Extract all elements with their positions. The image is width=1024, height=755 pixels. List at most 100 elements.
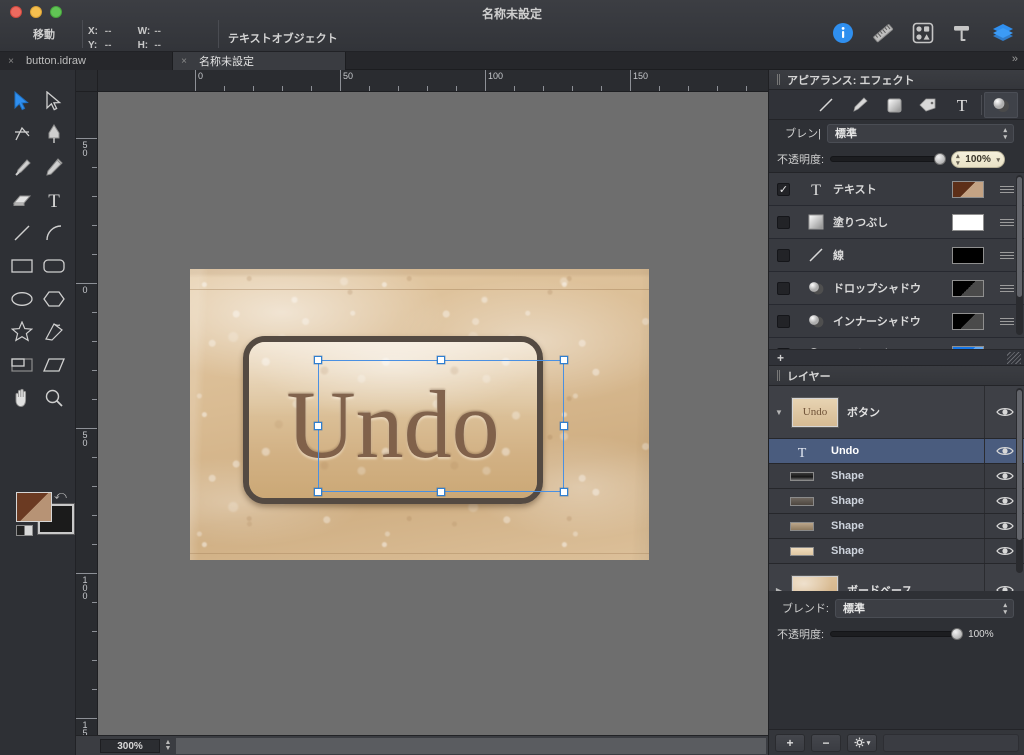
selection-handle-bottom-left[interactable] <box>314 488 322 496</box>
shear-tool[interactable] <box>38 348 70 381</box>
effect-color-swatch[interactable] <box>952 213 984 231</box>
effect-color-swatch[interactable] <box>952 180 984 198</box>
text-icon[interactable]: T <box>945 92 979 118</box>
layer-options-button[interactable]: ▾ <box>847 733 877 752</box>
effect-sphere-icon[interactable] <box>984 91 1018 118</box>
selection-handle-top-left[interactable] <box>314 356 322 364</box>
tag-icon[interactable] <box>911 92 945 118</box>
effect-row[interactable]: インナーシャドウ <box>769 305 1024 338</box>
pencil-tool[interactable] <box>38 150 70 183</box>
canvas-viewport[interactable]: Undo <box>98 92 768 735</box>
effect-color-swatch[interactable] <box>952 279 984 297</box>
info-icon[interactable] <box>830 20 856 46</box>
default-colors-swatch[interactable] <box>16 525 33 536</box>
effect-color-swatch[interactable] <box>952 312 984 330</box>
line-tool[interactable] <box>6 216 38 249</box>
effect-options-icon[interactable] <box>996 284 1018 292</box>
text-tool[interactable]: T <box>38 183 70 216</box>
effect-row[interactable]: ✓ T テキスト <box>769 173 1024 206</box>
selection-tool[interactable] <box>6 84 38 117</box>
selection-handle-middle-left[interactable] <box>314 422 322 430</box>
layers-opacity-slider-knob[interactable] <box>951 628 964 640</box>
selection-handle-top-right[interactable] <box>560 356 568 364</box>
fill-color-swatch[interactable] <box>16 492 52 522</box>
layers-blend-select[interactable]: 標準 ▴ ▾ <box>835 598 1014 618</box>
node-tool[interactable] <box>6 117 38 150</box>
appearance-opacity-field[interactable]: ▴ ▾ 100% ▾ <box>951 150 1006 168</box>
opacity-stepper-icon[interactable]: ▴ ▾ <box>956 153 960 167</box>
brush-icon[interactable] <box>843 92 877 118</box>
layer-row[interactable]: ▶ ボードベース <box>769 564 1024 591</box>
chevron-down-icon[interactable]: ▼ <box>769 408 789 417</box>
eraser-tool[interactable] <box>6 183 38 216</box>
remove-layer-button[interactable]: − <box>811 733 841 752</box>
layer-row[interactable]: T Undo <box>769 439 1024 464</box>
appearance-opacity-slider-knob[interactable] <box>934 153 947 165</box>
fill-icon[interactable] <box>877 92 911 118</box>
stroke-icon[interactable] <box>809 92 843 118</box>
effect-enabled-checkbox[interactable] <box>777 314 790 328</box>
layer-row[interactable]: Shape <box>769 489 1024 514</box>
layers-scrollbar[interactable] <box>1016 388 1023 573</box>
selection-handle-top-center[interactable] <box>437 356 445 364</box>
opacity-dropdown-icon[interactable]: ▾ <box>997 156 1001 164</box>
zoom-stepper[interactable]: ▲ ▼ <box>162 739 174 753</box>
rounded-rectangle-tool[interactable] <box>38 249 70 282</box>
pen-tool[interactable] <box>38 117 70 150</box>
shapes-panel-icon[interactable] <box>910 20 936 46</box>
paint-roller-icon[interactable] <box>950 20 976 46</box>
layer-row[interactable]: Shape <box>769 514 1024 539</box>
appearance-opacity-slider[interactable] <box>830 153 947 165</box>
effect-row[interactable]: ドロップシャドウ <box>769 272 1024 305</box>
selection-bounding-box[interactable] <box>314 356 568 496</box>
tab-button-idraw[interactable]: × button.idraw <box>0 52 173 70</box>
effects-scrollbar[interactable] <box>1016 175 1023 335</box>
layers-icon[interactable] <box>990 20 1016 46</box>
layer-row[interactable]: ▼ Undo ボタン <box>769 386 1024 439</box>
spiral-tool[interactable] <box>38 315 70 348</box>
zoom-level-field[interactable]: 300% <box>100 739 160 753</box>
layers-list[interactable]: ▼ Undo ボタン T Undo Shape Shape Shape Shape ▶ ボードベース <box>769 386 1024 591</box>
effect-enabled-checkbox[interactable] <box>777 281 790 295</box>
slice-tool[interactable] <box>6 348 38 381</box>
add-layer-button[interactable]: + <box>775 733 805 752</box>
swap-colors-icon[interactable]: ⤺ <box>54 488 67 503</box>
effect-color-swatch[interactable] <box>952 246 984 264</box>
panel-resize-grip-icon[interactable] <box>1007 352 1021 364</box>
effect-row[interactable]: 塗りつぶし <box>769 206 1024 239</box>
add-effect-button[interactable]: + <box>777 351 784 365</box>
layers-opacity-slider[interactable] <box>830 628 964 640</box>
vertical-ruler[interactable]: 50 0 50 100 150 <box>76 92 98 735</box>
hand-tool[interactable] <box>6 381 38 414</box>
horizontal-ruler[interactable]: 0 50 100 150 <box>98 70 768 92</box>
effect-options-icon[interactable] <box>996 251 1018 259</box>
effect-enabled-checkbox[interactable]: ✓ <box>777 182 790 196</box>
brush-tool[interactable] <box>6 150 38 183</box>
tab-close-icon[interactable]: × <box>173 56 195 67</box>
tab-overflow-chevron-icon[interactable]: » <box>1012 53 1018 65</box>
direct-selection-tool[interactable] <box>38 84 70 117</box>
zoom-tool[interactable] <box>38 381 70 414</box>
selection-handle-bottom-right[interactable] <box>560 488 568 496</box>
effect-enabled-checkbox[interactable] <box>777 215 790 229</box>
selection-handle-bottom-center[interactable] <box>437 488 445 496</box>
chevron-right-icon[interactable]: ▶ <box>769 586 789 592</box>
effect-row[interactable]: アウターグロー <box>769 338 1024 349</box>
polygon-tool[interactable] <box>38 282 70 315</box>
ellipse-tool[interactable] <box>6 282 38 315</box>
effect-row[interactable]: 線 <box>769 239 1024 272</box>
effect-options-icon[interactable] <box>996 218 1018 226</box>
effect-enabled-checkbox[interactable] <box>777 248 790 262</box>
appearance-blend-select[interactable]: 標準 ▴ ▾ <box>827 123 1014 143</box>
ruler-icon[interactable] <box>870 20 896 46</box>
effect-options-icon[interactable] <box>996 185 1018 193</box>
effect-options-icon[interactable] <box>996 317 1018 325</box>
effects-list[interactable]: ✓Tテキスト塗りつぶし線ドロップシャドウインナーシャドウアウターグローインナーグ… <box>769 172 1024 349</box>
arc-tool[interactable] <box>38 216 70 249</box>
layer-row[interactable]: Shape <box>769 539 1024 564</box>
rectangle-tool[interactable] <box>6 249 38 282</box>
layer-row[interactable]: Shape <box>769 464 1024 489</box>
tab-untitled[interactable]: × 名称未設定 <box>173 52 346 70</box>
ruler-origin-corner[interactable] <box>76 70 98 92</box>
tab-close-icon[interactable]: × <box>0 56 22 67</box>
